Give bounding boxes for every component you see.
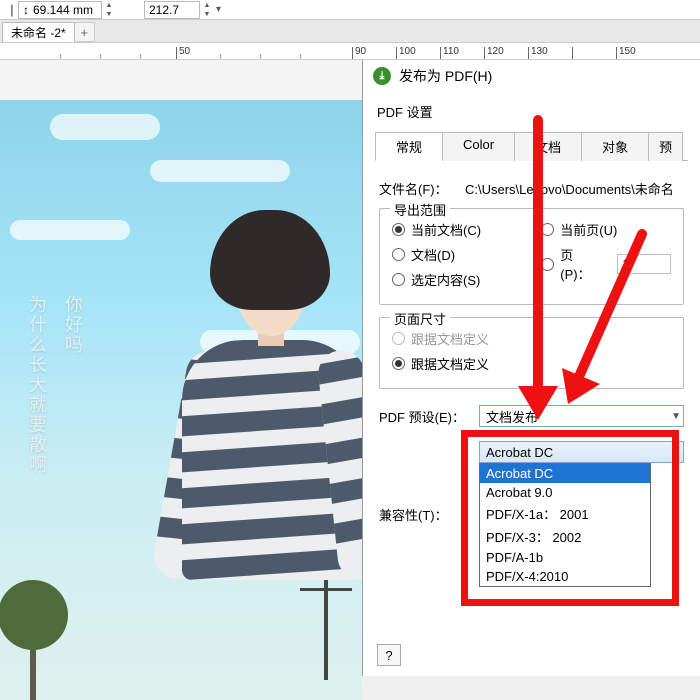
- coord-value: 69.144 mm: [33, 3, 93, 17]
- zoom-field[interactable]: 212.7: [144, 1, 200, 19]
- ruler-tick: 90: [355, 46, 366, 57]
- character: [140, 200, 340, 630]
- document-tabbar: 未命名 -2* +: [0, 20, 700, 42]
- coord-spinner[interactable]: ▲▼: [102, 1, 116, 19]
- ruler-tick: 130: [531, 46, 548, 57]
- tab-general[interactable]: 常规: [375, 132, 443, 161]
- radio-pages[interactable]: 页(P)： 1: [541, 242, 671, 286]
- ruler-tick: 100: [399, 46, 416, 57]
- compat-label: 兼容性(T)：: [379, 505, 479, 524]
- zoom-value: 212.7: [149, 3, 179, 17]
- ruler-tick: 110: [443, 46, 459, 57]
- poem-col1: 你好吗: [60, 295, 86, 475]
- tab-color[interactable]: Color: [442, 132, 515, 161]
- compat-option[interactable]: Acrobat DC: [480, 464, 650, 483]
- filename-label: 文件名(F)：: [379, 179, 465, 198]
- compat-option[interactable]: PDF/X-1a： 2001: [480, 502, 650, 525]
- compat-combo[interactable]: Acrobat DC ▼: [479, 441, 684, 463]
- settings-tabs: 常规 Color 文档 对象 预: [375, 131, 688, 161]
- ruler-tick: 150: [619, 46, 636, 57]
- dialog-section-label: PDF 设置: [363, 92, 700, 121]
- radio-selection[interactable]: 选定内容(S): [392, 267, 541, 292]
- export-range-group: 导出范围 当前文档(C) 文档(D) 选定内容(S): [379, 208, 684, 305]
- tab-document[interactable]: 文档: [514, 132, 582, 161]
- help-icon: ?: [385, 648, 392, 663]
- chevron-down-icon: ▼: [671, 447, 681, 458]
- help-button[interactable]: ?: [377, 644, 401, 666]
- add-tab-button[interactable]: +: [75, 22, 95, 42]
- zoom-spinner[interactable]: ▲▼: [200, 1, 214, 19]
- horizontal-ruler: 50 90 100 110 120 130 150: [0, 42, 700, 60]
- document-tab-label: 未命名 -2*: [11, 24, 66, 41]
- radio-icon: [392, 357, 405, 370]
- compat-option[interactable]: PDF/X-3： 2002: [480, 525, 650, 548]
- compat-option[interactable]: PDF/A-1b: [480, 548, 650, 567]
- radio-icon: [541, 223, 554, 236]
- filename-row: 文件名(F)： C:\Users\Lenovo\Documents\未命名: [363, 175, 700, 202]
- radio-icon: [392, 223, 405, 236]
- preset-value: 文档发布: [486, 407, 538, 426]
- top-toolbar: | ↕ 69.144 mm ▲▼ 212.7 ▲▼ ▾: [0, 0, 700, 20]
- ruler-tick: 120: [487, 46, 504, 57]
- export-range-title: 导出范围: [390, 200, 450, 219]
- artwork-preview: 为什么长大就要散啊 你好吗: [0, 100, 362, 700]
- radio-icon: [392, 248, 405, 261]
- radio-icon: [392, 332, 405, 345]
- preset-label: PDF 预设(E)：: [379, 407, 479, 426]
- radio-icon: [541, 258, 554, 271]
- document-tab[interactable]: 未命名 -2*: [2, 22, 75, 42]
- preset-combo[interactable]: 文档发布 ▼: [479, 405, 684, 427]
- zoom-dropdown-icon[interactable]: ▾: [216, 4, 221, 15]
- pages-input[interactable]: 1: [617, 254, 671, 274]
- radio-by-doc: 跟据文档定义: [392, 326, 671, 351]
- compat-option[interactable]: Acrobat 9.0: [480, 483, 650, 502]
- publish-pdf-dialog: ⤓ 发布为 PDF(H) PDF 设置 常规 Color 文档 对象 预 文件名…: [362, 60, 700, 676]
- poem-col2: 为什么长大就要散啊: [24, 295, 50, 475]
- page-size-group: 页面尺寸 跟据文档定义 跟据文档定义: [379, 317, 684, 389]
- radio-documents[interactable]: 文档(D): [392, 242, 541, 267]
- plus-icon: +: [80, 25, 88, 40]
- coord-icon: ↕: [23, 3, 29, 17]
- dialog-title: 发布为 PDF(H): [399, 66, 492, 86]
- radio-current-doc[interactable]: 当前文档(C): [392, 217, 541, 242]
- radio-by-doc2[interactable]: 跟据文档定义: [392, 351, 671, 376]
- radio-current-page[interactable]: 当前页(U): [541, 217, 671, 242]
- page-size-title: 页面尺寸: [390, 309, 450, 328]
- preset-row: PDF 预设(E)： 文档发布 ▼: [363, 401, 700, 431]
- app-icon: ⤓: [373, 67, 391, 85]
- chevron-down-icon: ▼: [671, 411, 681, 422]
- compat-dropdown: Acrobat DCAcrobat 9.0PDF/X-1a： 2001PDF/X…: [479, 463, 651, 587]
- dialog-titlebar: ⤓ 发布为 PDF(H): [363, 60, 700, 92]
- y-coord-icon: |: [6, 2, 18, 18]
- filename-value: C:\Users\Lenovo\Documents\未命名: [465, 179, 674, 198]
- radio-icon: [392, 273, 405, 286]
- ruler-tick: 50: [179, 46, 190, 57]
- coord-field[interactable]: ↕ 69.144 mm: [18, 1, 102, 19]
- tab-object[interactable]: 对象: [581, 132, 649, 161]
- compat-option[interactable]: PDF/X-4:2010: [480, 567, 650, 586]
- tab-preflight[interactable]: 预: [648, 132, 683, 161]
- compat-selected: Acrobat DC: [486, 445, 553, 460]
- compat-row: 兼容性(T)： Acrobat DC ▼ Acrobat DCAcrobat 9…: [363, 437, 700, 591]
